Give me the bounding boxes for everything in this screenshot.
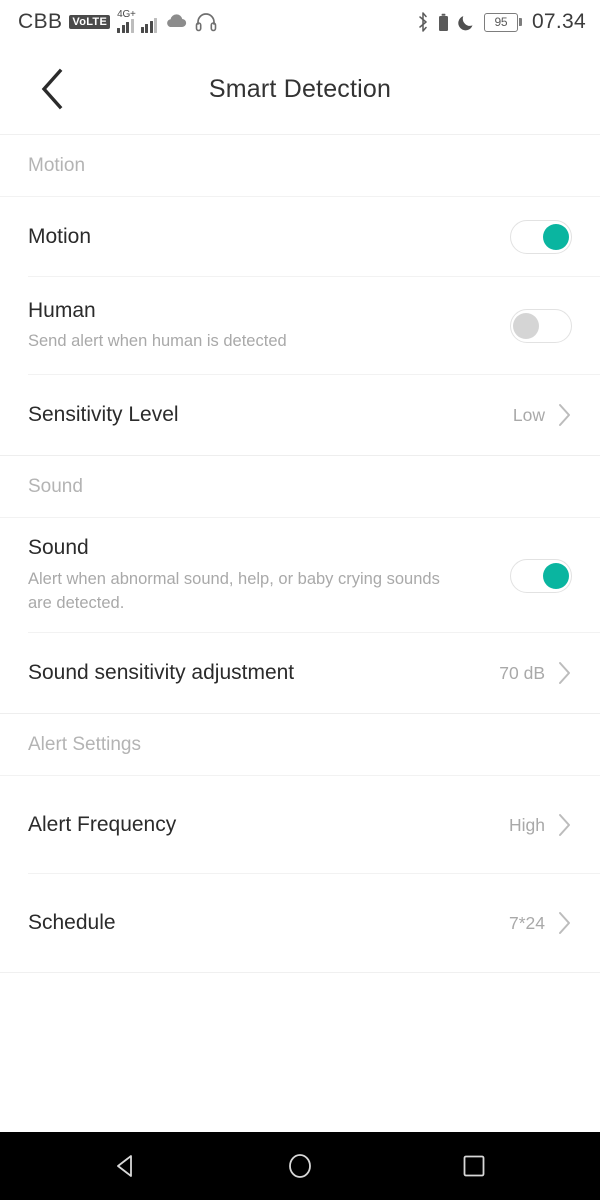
signal-bars-icon: 4G+ <box>117 10 136 33</box>
carrier-label: CBB <box>18 10 63 33</box>
row-value: High <box>509 814 545 835</box>
signal-bars-secondary-icon <box>140 11 158 33</box>
row-human-control <box>510 309 572 343</box>
android-nav-bar <box>0 1132 600 1200</box>
section-header-alert-settings: Alert Settings <box>0 714 600 776</box>
status-bar-right: 95 07.34 <box>416 10 586 34</box>
row-sound-sensitivity-adjustment-control: 70 dB <box>499 660 572 686</box>
row-title: Human <box>28 298 96 322</box>
clock-label: 07.34 <box>531 10 586 33</box>
toggle-human[interactable] <box>510 309 572 343</box>
row-sound-sensitivity-adjustment[interactable]: Sound sensitivity adjustment 70 dB <box>0 633 600 713</box>
chevron-right-icon <box>559 912 570 934</box>
row-schedule-text: Schedule <box>28 910 132 935</box>
chevron-right-icon <box>559 662 570 684</box>
battery-percent-label: 95 <box>494 15 508 29</box>
status-bar-left: CBB VoLTE 4G+ <box>18 10 217 34</box>
volte-icon: VoLTE <box>69 15 111 29</box>
row-alert-frequency-control: High <box>509 812 572 838</box>
settings-list: Motion Motion Human Send alert when huma… <box>0 135 600 1132</box>
back-chevron-icon <box>41 68 63 110</box>
chevron-right-icon <box>559 814 570 836</box>
row-sound-control <box>510 558 572 593</box>
row-motion[interactable]: Motion <box>0 197 600 277</box>
row-sensitivity-level-control: Low <box>513 402 572 428</box>
row-sensitivity-level[interactable]: Sensitivity Level Low <box>0 375 600 455</box>
row-title: Schedule <box>28 911 116 935</box>
page-title: Smart Detection <box>208 74 392 103</box>
phone-screen: CBB VoLTE 4G+ 95 07.34 Smart Detection M… <box>0 0 600 1200</box>
headphones-icon <box>195 13 217 32</box>
row-sound-text: Sound Alert when abnormal sound, help, o… <box>28 535 484 615</box>
row-sound[interactable]: Sound Alert when abnormal sound, help, o… <box>0 518 600 633</box>
row-value: Low <box>512 404 545 425</box>
row-sensitivity-level-text: Sensitivity Level <box>28 402 195 427</box>
row-subtitle: Send alert when human is detected <box>28 332 287 351</box>
list-end-divider <box>0 972 600 973</box>
row-human[interactable]: Human Send alert when human is detected <box>0 277 600 375</box>
toggle-motion[interactable] <box>510 220 572 254</box>
cloud-icon <box>167 14 187 28</box>
nav-back-icon <box>117 1155 132 1177</box>
row-value: 70 dB <box>499 662 545 683</box>
status-bar: CBB VoLTE 4G+ 95 07.34 <box>0 0 600 44</box>
nav-recents-button[interactable] <box>446 1138 502 1194</box>
battery-saver-icon <box>438 13 448 31</box>
app-header: Smart Detection <box>0 44 600 135</box>
row-schedule-control: 7*24 <box>509 910 572 936</box>
do-not-disturb-moon-icon <box>458 15 473 30</box>
back-button[interactable] <box>22 59 82 119</box>
battery-icon: 95 <box>483 12 522 32</box>
nav-recents-icon <box>463 1155 485 1177</box>
toggle-sound[interactable] <box>510 558 572 593</box>
bluetooth-icon <box>419 12 427 32</box>
row-motion-control <box>510 220 572 254</box>
row-alert-frequency-text: Alert Frequency <box>28 812 192 837</box>
row-title: Sound <box>28 536 89 560</box>
row-title: Sound sensitivity adjustment <box>28 661 295 685</box>
section-header-sound: Sound <box>0 456 600 518</box>
section-header-motion: Motion <box>0 135 600 197</box>
row-sound-sensitivity-adjustment-text: Sound sensitivity adjustment <box>28 660 310 685</box>
nav-home-icon <box>289 1154 311 1178</box>
nav-home-button[interactable] <box>272 1138 328 1194</box>
row-title: Alert Frequency <box>28 813 177 837</box>
nav-back-button[interactable] <box>98 1138 154 1194</box>
chevron-right-icon <box>559 404 570 426</box>
row-value: 7*24 <box>508 912 545 933</box>
row-alert-frequency[interactable]: Alert Frequency High <box>0 776 600 874</box>
row-title: Motion <box>28 225 92 249</box>
row-schedule[interactable]: Schedule 7*24 <box>0 874 600 972</box>
row-title: Sensitivity Level <box>28 403 179 427</box>
row-motion-text: Motion <box>28 224 107 249</box>
row-human-text: Human Send alert when human is detected <box>28 298 303 354</box>
row-subtitle: Alert when abnormal sound, help, or baby… <box>28 569 440 612</box>
